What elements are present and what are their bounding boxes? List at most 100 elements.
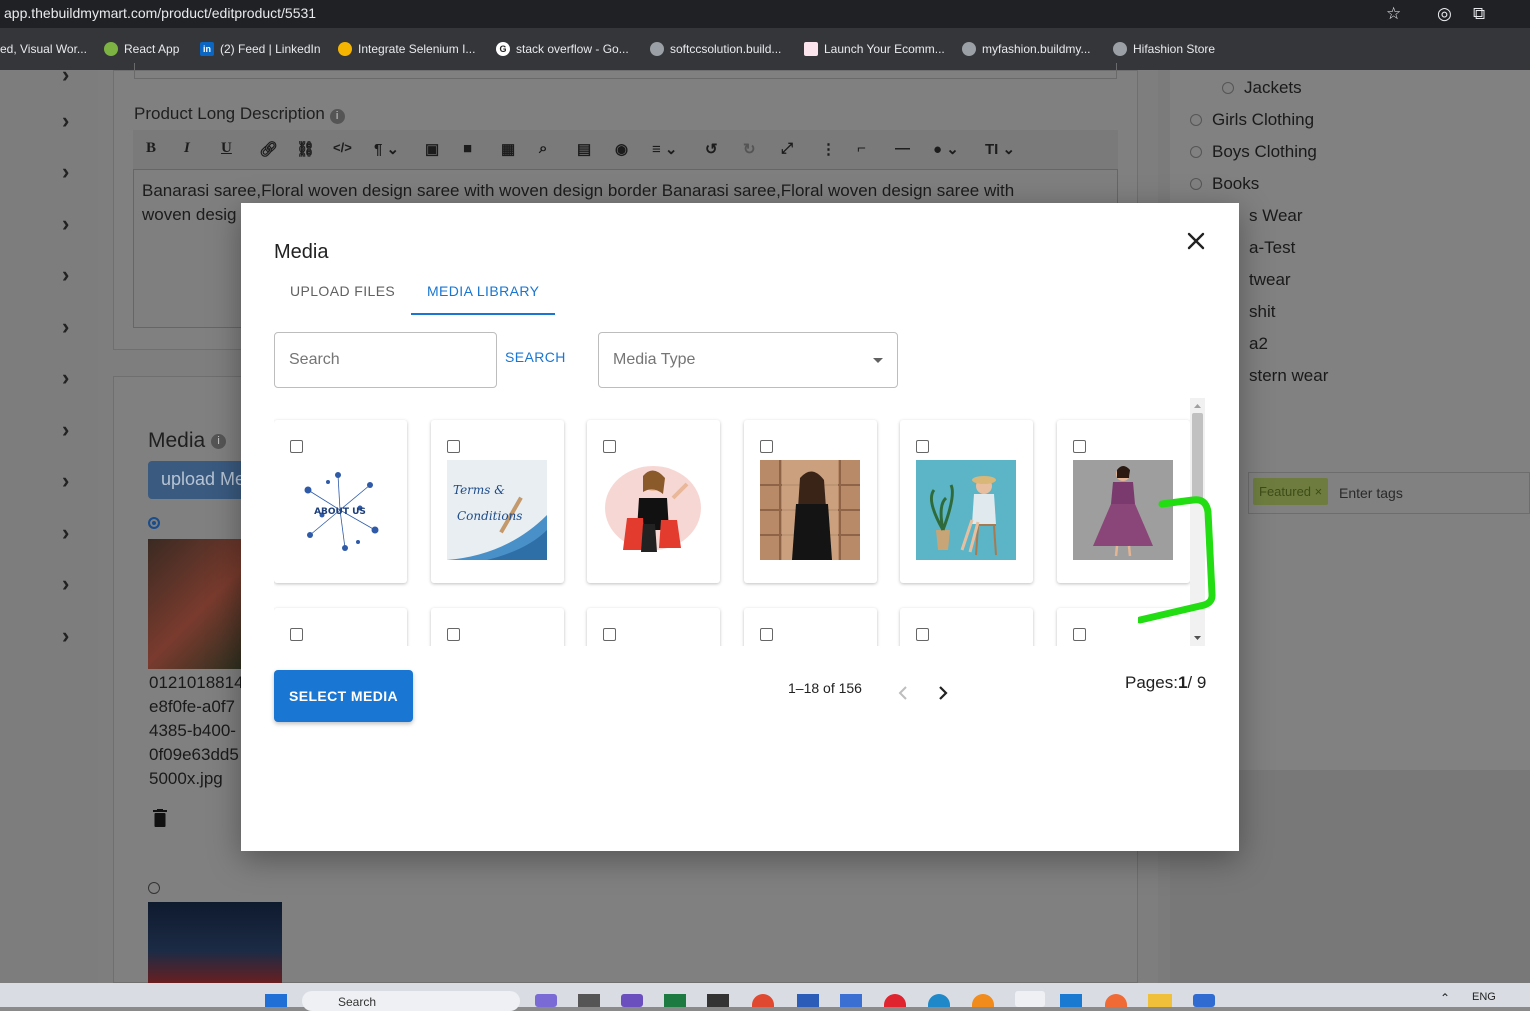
word-icon[interactable]	[797, 994, 819, 1007]
bookmark-item[interactable]: Integrate Selenium I...	[338, 42, 475, 56]
taskbar-search[interactable]: Search	[302, 991, 520, 1011]
opera-icon[interactable]	[884, 994, 906, 1007]
media-tile[interactable]: Terms & Conditions	[431, 420, 564, 583]
horizontal-rule-icon[interactable]: —	[895, 140, 910, 157]
bold-icon[interactable]: B	[146, 140, 156, 157]
radio-selected[interactable]	[148, 517, 160, 529]
app-icon[interactable]	[621, 994, 643, 1007]
radio-unselected[interactable]	[148, 882, 160, 894]
address-bar[interactable]: app.thebuildmymart.com/product/editprodu…	[0, 0, 1530, 28]
edge-icon[interactable]	[928, 994, 950, 1007]
redo-icon[interactable]: ↻	[743, 140, 756, 158]
unlink-icon[interactable]: ⛓︎	[296, 140, 315, 158]
italic-icon[interactable]: I	[184, 140, 190, 157]
bookmark-item[interactable]: React App	[104, 42, 179, 56]
media-tile[interactable]	[587, 420, 720, 583]
chevron-right-icon[interactable]: ›	[62, 262, 69, 288]
align-icon[interactable]: ≡ ⌄	[652, 140, 678, 158]
tab-media-library[interactable]: MEDIA LIBRARY	[427, 283, 539, 299]
app-icon[interactable]	[578, 994, 600, 1007]
tag-chip[interactable]: Featured ×	[1253, 478, 1329, 505]
search-button[interactable]: SEARCH	[505, 349, 566, 365]
tab-upload-files[interactable]: UPLOAD FILES	[290, 283, 395, 299]
chevron-right-icon[interactable]: ›	[62, 571, 69, 597]
tile-checkbox[interactable]	[760, 440, 773, 453]
chevron-right-icon[interactable]: ›	[62, 314, 69, 340]
fullscreen-icon[interactable]: ⤢	[781, 140, 793, 157]
chrome-icon[interactable]	[752, 994, 774, 1007]
media-thumbnail[interactable]	[148, 902, 282, 984]
bookmark-item[interactable]: ed, Visual Wor...	[0, 42, 87, 56]
category-item[interactable]: a2	[1249, 334, 1268, 354]
tray-chevron-icon[interactable]: ⌃	[1440, 991, 1450, 1005]
close-icon[interactable]	[1185, 230, 1207, 252]
media-tile[interactable]	[274, 608, 407, 646]
more-icon[interactable]: ⋮	[821, 140, 836, 158]
language-indicator[interactable]: ENG	[1472, 991, 1496, 1003]
tile-checkbox[interactable]	[916, 440, 929, 453]
chevron-right-icon[interactable]: ›	[62, 211, 69, 237]
media-tile[interactable]	[900, 608, 1033, 646]
tile-checkbox[interactable]	[290, 628, 303, 641]
link-icon[interactable]: 🔗︎	[259, 140, 278, 158]
vscode-icon[interactable]	[1060, 994, 1082, 1007]
tags-input[interactable]: Featured × Enter tags	[1248, 472, 1530, 514]
media-thumbnail[interactable]	[148, 539, 243, 669]
category-item[interactable]: s Wear	[1249, 206, 1303, 226]
media-tile[interactable]	[900, 420, 1033, 583]
category-item[interactable]: twear	[1249, 270, 1291, 290]
table-icon[interactable]: ▦	[501, 140, 515, 158]
bookmark-item[interactable]: in (2) Feed | LinkedIn	[200, 42, 321, 56]
media-tile[interactable]: ABOUT US	[274, 420, 407, 583]
undo-icon[interactable]: ↺	[705, 140, 718, 158]
firefox-icon[interactable]	[972, 994, 994, 1007]
chevron-right-icon[interactable]: ›	[62, 623, 69, 649]
underline-icon[interactable]: U	[221, 140, 232, 157]
tile-checkbox[interactable]	[290, 440, 303, 453]
color-icon[interactable]: ● ⌄	[933, 140, 959, 158]
find-icon[interactable]: ⌕	[539, 140, 547, 157]
category-item[interactable]: stern wear	[1249, 366, 1328, 386]
tile-checkbox[interactable]	[447, 440, 460, 453]
chevron-right-icon[interactable]: ›	[62, 520, 69, 546]
calendar-icon[interactable]	[840, 994, 862, 1007]
image-icon[interactable]: ▣	[425, 140, 439, 158]
search-input[interactable]	[274, 332, 497, 388]
app-icon[interactable]	[535, 994, 557, 1007]
chevron-right-icon[interactable]: ›	[62, 468, 69, 494]
url-text[interactable]: app.thebuildmymart.com/product/editprodu…	[4, 5, 316, 21]
preview-icon[interactable]: ◉	[615, 140, 628, 158]
app-icon[interactable]	[707, 994, 729, 1007]
postman-icon[interactable]	[1105, 994, 1127, 1007]
tile-checkbox[interactable]	[1073, 440, 1086, 453]
chevron-right-icon[interactable]: ›	[62, 159, 69, 185]
tile-checkbox[interactable]	[760, 628, 773, 641]
media-type-select[interactable]: Media Type	[598, 332, 898, 388]
code-icon[interactable]: </>	[333, 140, 352, 155]
category-item[interactable]: shit	[1249, 302, 1275, 322]
tile-checkbox[interactable]	[447, 628, 460, 641]
next-page-icon[interactable]	[936, 685, 950, 706]
app-icon-active[interactable]	[1015, 991, 1045, 1007]
tile-checkbox[interactable]	[603, 440, 616, 453]
bookmark-item[interactable]: Hifashion Store	[1113, 42, 1215, 56]
tile-checkbox[interactable]	[1073, 628, 1086, 641]
bookmark-item[interactable]: myfashion.buildmy...	[962, 42, 1091, 56]
category-item[interactable]: Jackets	[1222, 78, 1302, 98]
bookmark-item[interactable]: softccsolution.build...	[650, 42, 781, 56]
media-tile[interactable]	[744, 420, 877, 583]
media-tile[interactable]	[587, 608, 720, 646]
media-tile[interactable]	[744, 608, 877, 646]
delete-icon[interactable]	[153, 809, 167, 827]
text-size-icon[interactable]: TI ⌄	[985, 140, 1015, 158]
chevron-right-icon[interactable]: ›	[62, 62, 69, 88]
puzzle-icon[interactable]: ⧉	[1473, 4, 1485, 24]
bookmark-item[interactable]: Gstack overflow - Go...	[496, 42, 629, 56]
category-item[interactable]: Girls Clothing	[1190, 110, 1314, 130]
bookmark-item[interactable]: Launch Your Ecomm...	[804, 42, 945, 56]
excel-icon[interactable]	[664, 994, 686, 1007]
category-item[interactable]: Books	[1190, 174, 1259, 194]
format-painter-icon[interactable]: ⌐	[857, 140, 866, 157]
paragraph-icon[interactable]: ¶ ⌄	[374, 140, 399, 158]
windows-start-icon[interactable]	[265, 994, 287, 1007]
